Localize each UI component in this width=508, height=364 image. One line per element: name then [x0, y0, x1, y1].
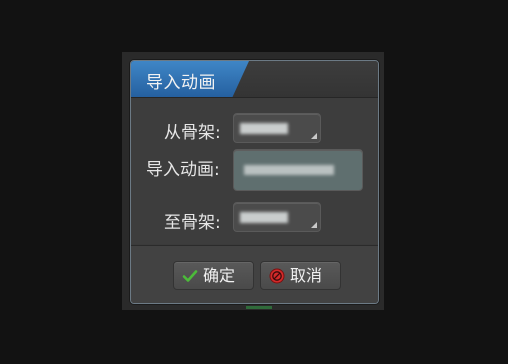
- dialog-titlebar[interactable]: 导入动画: [131, 61, 378, 98]
- import-animation-dialog: 导入动画 从骨架: 导入动画: 至骨架: 确定 取消: [130, 60, 379, 304]
- dropdown-corner-icon: [311, 222, 317, 228]
- to-skeleton-select[interactable]: [233, 202, 321, 232]
- to-skeleton-value: [240, 212, 288, 223]
- stage: 导入动画 从骨架: 导入动画: 至骨架: 确定 取消: [0, 0, 508, 364]
- to-skeleton-label: 至骨架:: [164, 213, 221, 233]
- import-animation-label: 导入动画:: [146, 160, 220, 180]
- confirm-label: 确定: [203, 266, 236, 285]
- dropdown-corner-icon: [311, 133, 317, 139]
- confirm-button[interactable]: 确定: [173, 261, 254, 290]
- cancel-icon: [269, 268, 285, 284]
- dialog-body: 从骨架: 导入动画: 至骨架:: [131, 98, 378, 244]
- import-animation-value: [244, 165, 334, 175]
- cancel-label: 取消: [290, 266, 323, 285]
- cancel-button[interactable]: 取消: [260, 261, 341, 290]
- import-animation-field[interactable]: [233, 149, 363, 191]
- backdrop-accent: [246, 306, 272, 309]
- checkmark-icon: [182, 268, 198, 284]
- dialog-footer: 确定 取消: [131, 245, 378, 303]
- dialog-title: 导入动画: [146, 73, 216, 93]
- from-skeleton-value: [240, 123, 288, 134]
- from-skeleton-select[interactable]: [233, 113, 321, 143]
- from-skeleton-label: 从骨架:: [164, 123, 221, 143]
